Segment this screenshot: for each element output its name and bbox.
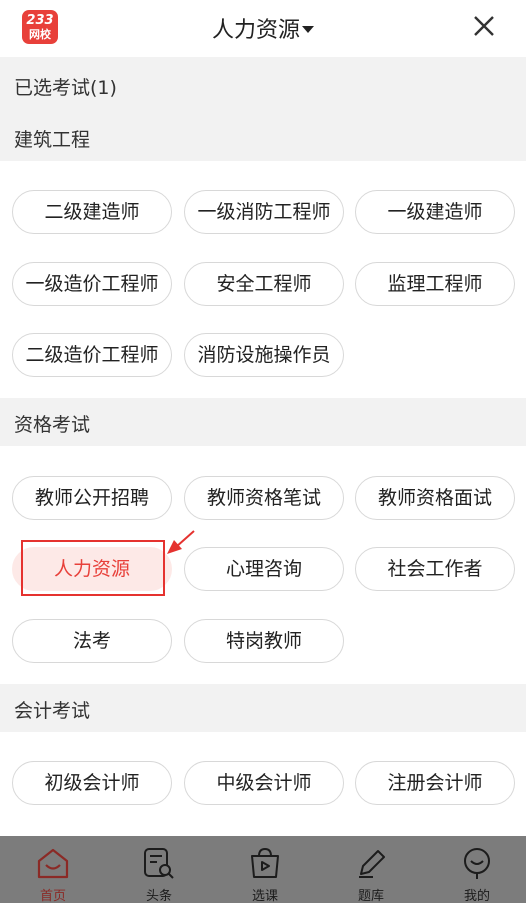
exam-chip[interactable]: 一级建造师 (355, 190, 515, 234)
bottom-tab-bar: 首页 头条 选课 题库 我的 (0, 836, 526, 903)
exam-chip[interactable]: 安全工程师 (184, 262, 344, 306)
top-bar: 233 网校 人力资源 (0, 0, 526, 56)
exam-chip[interactable]: 一级消防工程师 (184, 190, 344, 234)
exam-chip[interactable]: 法考 (12, 619, 172, 663)
section-title-construction: 建筑工程 (14, 129, 91, 151)
tab-courses[interactable]: 选课 (212, 836, 318, 903)
tab-news[interactable]: 头条 (106, 836, 212, 903)
exam-chip[interactable]: 二级造价工程师 (12, 333, 172, 377)
tab-profile[interactable]: 我的 (424, 836, 526, 903)
course-bag-icon (251, 847, 279, 878)
profile-icon (464, 848, 490, 879)
exam-switcher[interactable]: 人力资源 (0, 12, 526, 44)
exam-chip[interactable]: 中级会计师 (184, 761, 344, 805)
exam-chip[interactable]: 初级会计师 (12, 761, 172, 805)
page-title: 人力资源 (211, 18, 300, 43)
selected-count-label: 已选考试(1) (14, 77, 117, 99)
tab-label: 题库 (357, 889, 384, 903)
annotation-highlight-box (21, 540, 165, 596)
tab-label: 我的 (463, 889, 490, 903)
tab-label: 首页 (39, 889, 66, 903)
section-title-qualification: 资格考试 (14, 414, 91, 436)
section-title-accounting: 会计考试 (14, 700, 91, 722)
news-icon (144, 848, 174, 879)
exam-chip[interactable]: 消防设施操作员 (184, 333, 344, 377)
exam-chip[interactable]: 社会工作者 (355, 547, 515, 591)
exam-chip[interactable]: 教师资格面试 (355, 476, 515, 520)
close-icon[interactable] (468, 10, 500, 42)
exam-chip[interactable]: 监理工程师 (355, 262, 515, 306)
exam-chip[interactable]: 教师公开招聘 (12, 476, 172, 520)
tab-label: 头条 (145, 889, 172, 903)
tab-label: 选课 (251, 889, 278, 903)
exam-chip[interactable]: 教师资格笔试 (184, 476, 344, 520)
exam-chip[interactable]: 二级建造师 (12, 190, 172, 234)
exam-chip[interactable]: 特岗教师 (184, 619, 344, 663)
tab-question-bank[interactable]: 题库 (318, 836, 424, 903)
annotation-arrow-icon (167, 530, 195, 554)
exam-chip[interactable]: 注册会计师 (355, 761, 515, 805)
exam-chip[interactable]: 一级造价工程师 (12, 262, 172, 306)
tab-home[interactable]: 首页 (0, 836, 106, 903)
caret-down-icon (302, 25, 314, 33)
exam-chip[interactable]: 心理咨询 (184, 547, 344, 591)
home-icon (37, 848, 69, 879)
pencil-icon (359, 850, 385, 878)
